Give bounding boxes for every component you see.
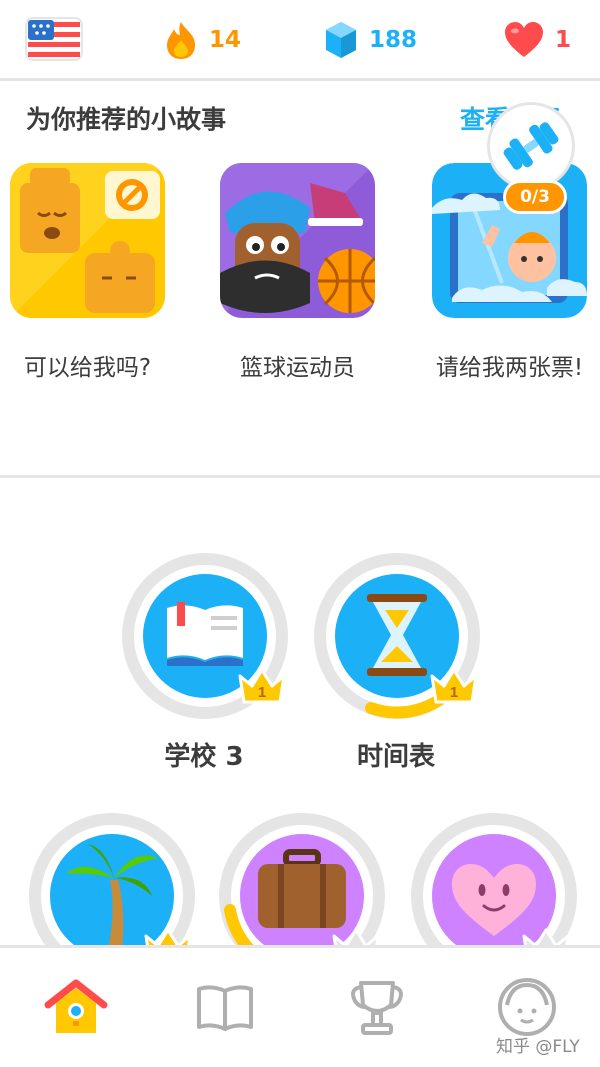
skill-label: 学校 3: [164, 742, 244, 772]
gems-count: 188: [369, 27, 418, 53]
practice-progress-badge: 0/3: [503, 180, 567, 214]
crown-icon: 1: [238, 668, 286, 704]
story-title: 请给我两张票!: [435, 355, 584, 381]
skill-label: 时间表: [356, 742, 435, 772]
story-cover-image: [220, 163, 375, 318]
svg-text:1: 1: [450, 684, 458, 701]
book-icon: [197, 985, 253, 1031]
top-stats-bar: 14 188 1: [0, 0, 600, 81]
dumbbell-icon: [503, 122, 559, 170]
trophy-icon: [351, 981, 403, 1035]
gem-icon: [326, 22, 356, 58]
story-cover-image: [10, 163, 165, 318]
header-divider: [0, 78, 600, 81]
story-title: 可以给我吗?: [23, 355, 152, 381]
gems-counter[interactable]: 188: [323, 18, 417, 62]
us-flag-icon[interactable]: [25, 17, 83, 61]
watermark: 知乎 @FLY: [496, 1037, 580, 1057]
nav-profile[interactable]: [495, 975, 559, 1039]
svg-text:1: 1: [258, 684, 266, 701]
home-icon: [44, 979, 108, 1033]
flame-icon: [167, 22, 195, 59]
crown-icon: 1: [430, 668, 478, 704]
section-divider: [0, 475, 600, 478]
nav-leaderboard[interactable]: [345, 975, 409, 1039]
nav-divider: [0, 945, 600, 948]
story-card[interactable]: 篮球运动员: [215, 163, 380, 384]
streak-count: 14: [209, 27, 242, 53]
heart-icon: [505, 22, 543, 57]
hearts-count: 1: [555, 27, 572, 53]
nav-stories[interactable]: [193, 975, 257, 1039]
hearts-counter[interactable]: 1: [503, 18, 571, 62]
story-card[interactable]: 可以给我吗?: [5, 163, 170, 384]
story-title: 篮球运动员: [240, 355, 355, 381]
profile-icon: [498, 978, 556, 1036]
nav-home[interactable]: [44, 975, 108, 1039]
stories-section-title: 为你推荐的小故事: [26, 105, 227, 134]
practice-button[interactable]: [490, 105, 572, 187]
streak-counter[interactable]: 14: [163, 18, 241, 62]
